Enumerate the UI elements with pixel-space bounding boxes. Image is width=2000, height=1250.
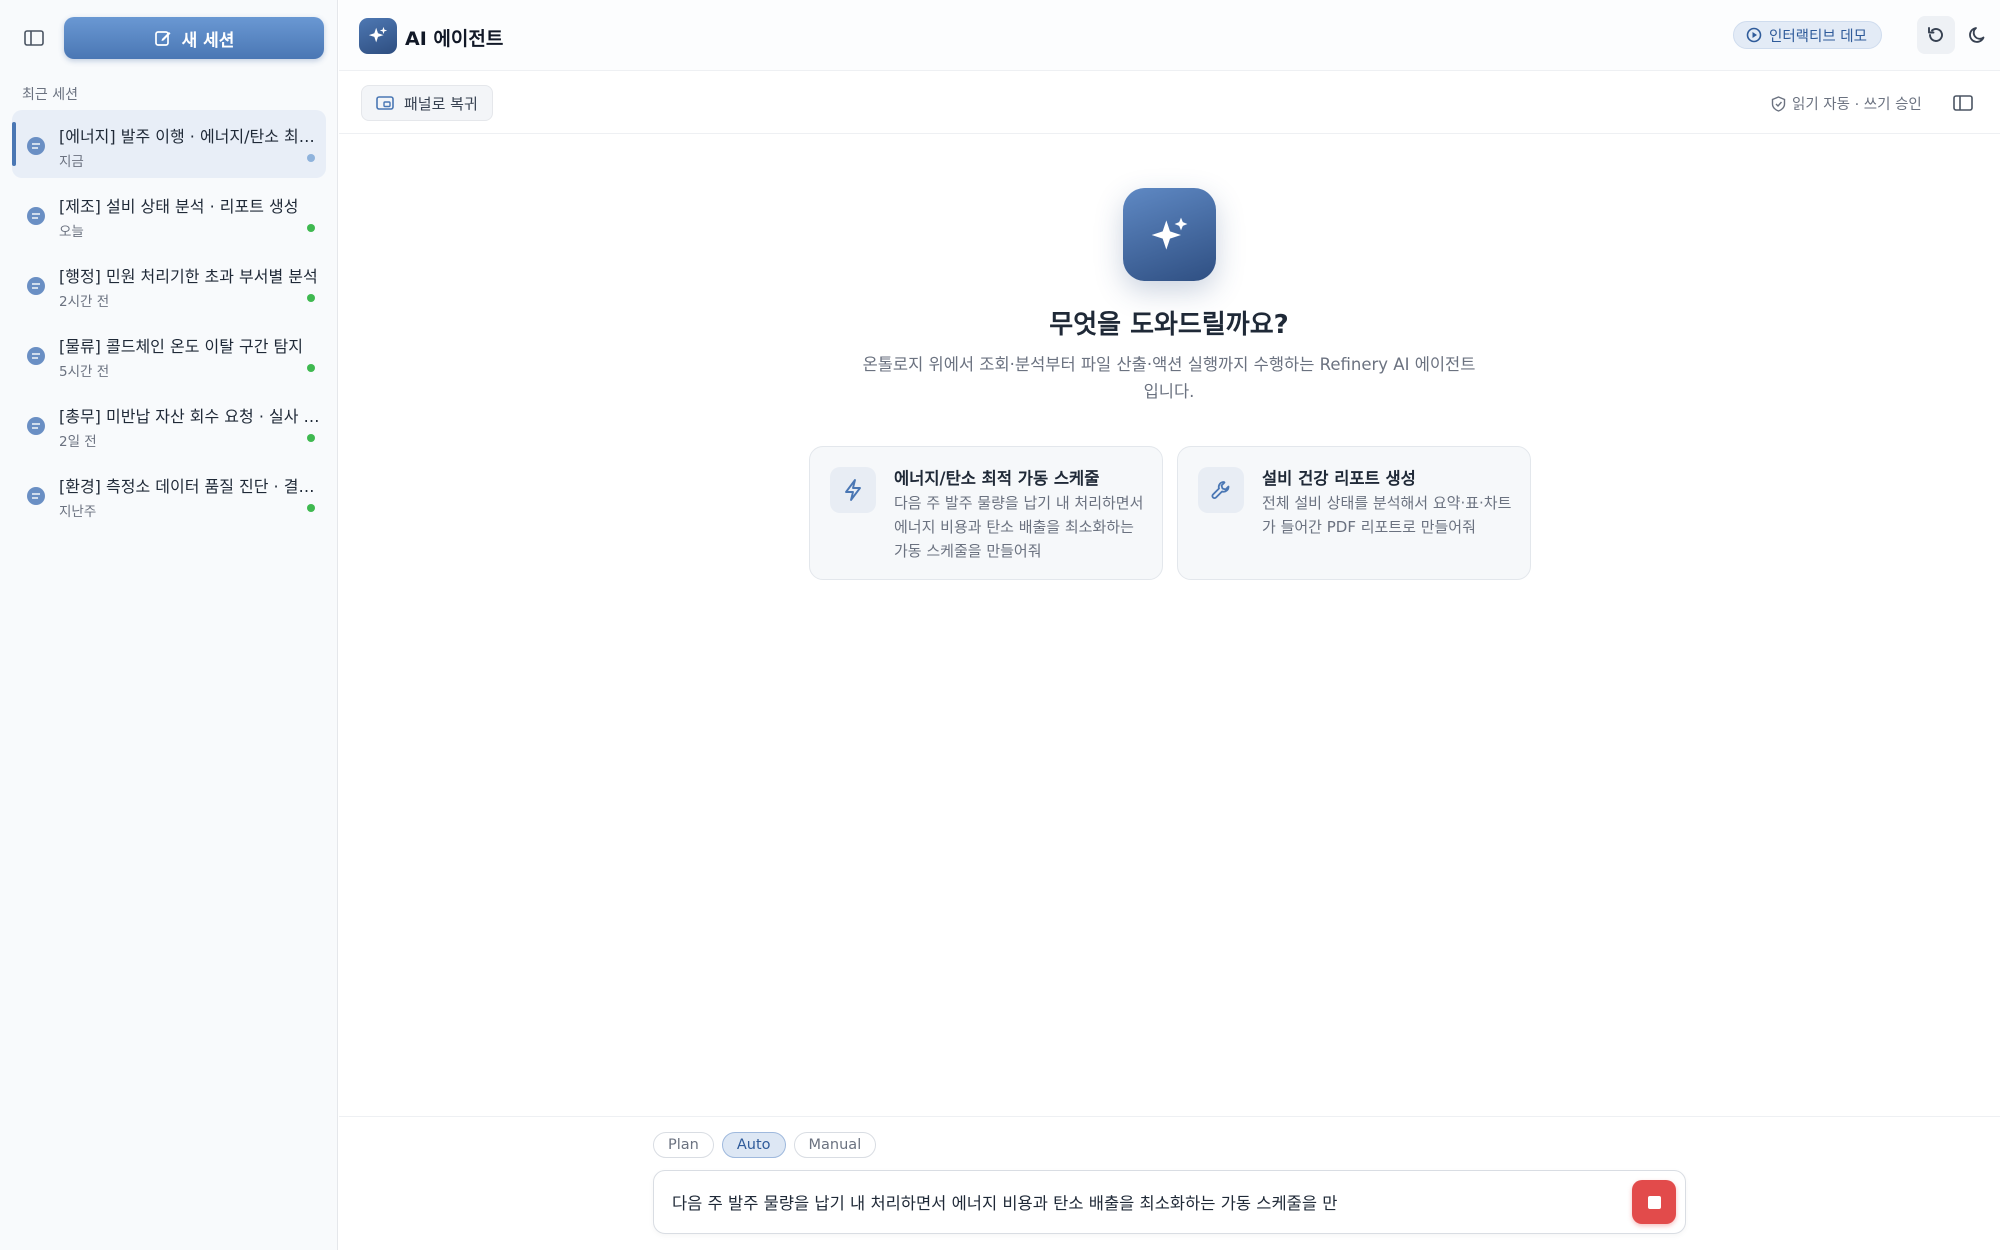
session-time: 오늘	[59, 224, 84, 240]
shield-check-icon	[1771, 95, 1786, 112]
suggestion-card-description: 다음 주 발주 물량을 납기 내 처리하면서 에너지 비용과 탄소 배출을 최소…	[894, 494, 1144, 560]
interactive-demo-button[interactable]: 인터랙티브 데모	[1733, 21, 1882, 49]
bolt-icon	[830, 467, 876, 513]
sub-toolbar: 패널로 복귀 읽기 자동 · 쓰기 승인	[339, 72, 2000, 134]
new-session-button[interactable]: 새 세션	[64, 17, 324, 59]
suggestion-card-energy-schedule[interactable]: 에너지/탄소 최적 가동 스케줄 다음 주 발주 물량을 납기 내 처리하면서 …	[809, 446, 1163, 580]
session-list: [에너지] 발주 이행 · 에너지/탄소 최적 가동 스케줄 지금 [제조] 설…	[12, 110, 326, 530]
session-title: [물류] 콜드체인 온도 이탈 구간 탐지	[59, 337, 303, 356]
suggestion-cards: 에너지/탄소 최적 가동 스케줄 다음 주 발주 물량을 납기 내 처리하면서 …	[809, 446, 1531, 580]
permission-mode[interactable]: 읽기 자동 · 쓰기 승인	[1771, 93, 1922, 114]
suggestion-card-title: 설비 건강 리포트 생성	[1262, 469, 1416, 488]
session-time: 지난주	[59, 504, 97, 520]
stop-button[interactable]	[1632, 1180, 1676, 1224]
hero-title: 무엇을 도와드릴까요?	[1049, 310, 1289, 340]
restore-to-panel-label: 패널로 복귀	[404, 94, 478, 113]
session-time: 5시간 전	[59, 364, 110, 380]
session-item[interactable]: [환경] 측정소 데이터 품질 진단 · 결과 보고 지난주	[12, 460, 326, 528]
session-status-dot	[307, 224, 315, 232]
top-header: AI 에이전트 인터랙티브 데모	[339, 0, 2000, 71]
suggestion-card-health-report[interactable]: 설비 건강 리포트 생성 전체 설비 상태를 분석해서 요약·표·차트가 들어간…	[1177, 446, 1531, 580]
session-status-dot	[307, 504, 315, 512]
picture-in-picture-icon	[376, 96, 394, 110]
wrench-icon	[1198, 467, 1244, 513]
session-title: [에너지] 발주 이행 · 에너지/탄소 최적 가동 스케줄	[59, 127, 325, 146]
mode-auto-button[interactable]: Auto	[721, 1132, 786, 1158]
recent-sessions-heading: 최근 세션	[22, 87, 78, 103]
sidebar: 새 세션 최근 세션 [에너지] 발주 이행 · 에너지/탄소 최적 가동 스케…	[0, 0, 338, 1250]
app-title: AI 에이전트	[405, 28, 504, 50]
session-title: [환경] 측정소 데이터 품질 진단 · 결과 보고	[59, 477, 325, 496]
sidebar-toggle-icon[interactable]	[20, 26, 48, 50]
session-item[interactable]: [에너지] 발주 이행 · 에너지/탄소 최적 가동 스케줄 지금	[12, 110, 326, 178]
permission-mode-label: 읽기 자동 · 쓰기 승인	[1792, 97, 1922, 113]
session-item[interactable]: [물류] 콜드체인 온도 이탈 구간 탐지 5시간 전	[12, 320, 326, 388]
composer-divider	[339, 1116, 2000, 1117]
reset-button[interactable]	[1917, 16, 1955, 54]
stop-square-icon	[1647, 1195, 1661, 1209]
session-time: 2일 전	[59, 434, 97, 450]
side-panel-icon[interactable]	[1949, 90, 1977, 116]
session-item[interactable]: [총무] 미반납 자산 회수 요청 · 실사 결과 2일 전	[12, 390, 326, 458]
session-item[interactable]: [제조] 설비 상태 분석 · 리포트 생성 오늘	[12, 180, 326, 248]
session-item[interactable]: [행정] 민원 처리기한 초과 부서별 분석 2시간 전	[12, 250, 326, 318]
sparkle-logo-icon	[359, 18, 397, 54]
chat-icon	[27, 487, 45, 505]
edit-icon	[154, 31, 171, 46]
new-session-label: 새 세션	[181, 30, 235, 51]
restore-to-panel-button[interactable]: 패널로 복귀	[361, 85, 493, 121]
chat-icon	[27, 347, 45, 365]
mode-plan-button[interactable]: Plan	[653, 1132, 714, 1158]
session-title: [제조] 설비 상태 분석 · 리포트 생성	[59, 197, 299, 216]
session-status-dot	[307, 364, 315, 372]
session-status-dot	[307, 434, 315, 442]
session-time: 2시간 전	[59, 294, 110, 310]
suggestion-card-title: 에너지/탄소 최적 가동 스케줄	[894, 469, 1100, 488]
session-status-dot	[307, 294, 315, 302]
moon-icon	[1969, 27, 1985, 43]
chat-icon	[27, 207, 45, 225]
session-title: [행정] 민원 처리기한 초과 부서별 분석	[59, 267, 318, 286]
interactive-demo-label: 인터랙티브 데모	[1769, 28, 1867, 45]
chat-icon	[27, 137, 45, 155]
chat-icon	[27, 417, 45, 435]
suggestion-card-description: 전체 설비 상태를 분석해서 요약·표·차트가 들어간 PDF 리포트로 만들어…	[1262, 494, 1512, 536]
rotate-ccw-icon	[1928, 27, 1943, 42]
hero-subtitle: 온톨로지 위에서 조회·분석부터 파일 산출·액션 실행까지 수행하는 Refi…	[862, 355, 1476, 401]
play-circle-icon	[1746, 27, 1762, 43]
session-title: [총무] 미반납 자산 회수 요청 · 실사 결과	[59, 407, 325, 426]
mode-manual-button[interactable]: Manual	[793, 1132, 877, 1158]
session-status-dot	[307, 154, 315, 162]
theme-toggle-button[interactable]	[1959, 16, 1997, 54]
sparkle-hero-icon	[1123, 188, 1216, 281]
message-input[interactable]	[672, 1192, 1632, 1211]
message-composer	[653, 1170, 1686, 1234]
chat-icon	[27, 277, 45, 295]
mode-selector: Plan Auto Manual	[653, 1132, 877, 1158]
session-time: 지금	[59, 154, 84, 170]
